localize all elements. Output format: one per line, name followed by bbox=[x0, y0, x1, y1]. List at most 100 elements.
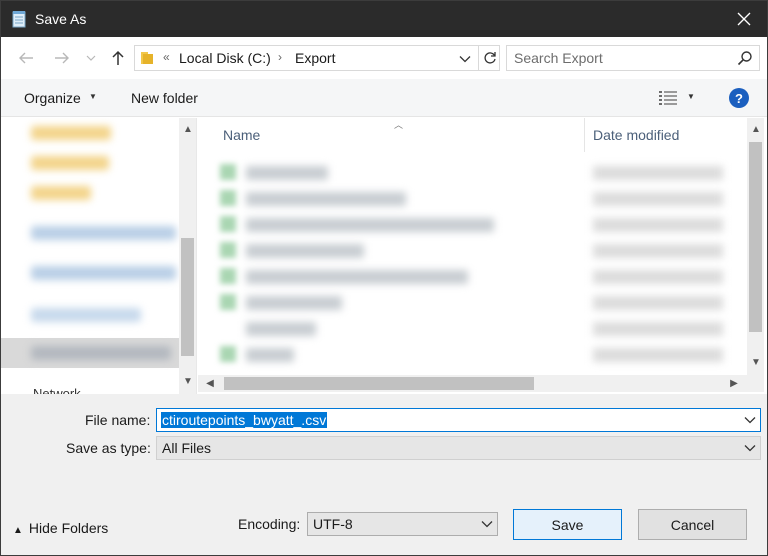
sort-ascending-icon: ︿ bbox=[394, 120, 404, 130]
refresh-icon bbox=[483, 52, 496, 64]
command-bar: Organize ▼ New folder ▼ ? bbox=[1, 79, 767, 117]
navpane-vertical-scrollbar[interactable]: ▲ ▼ bbox=[179, 118, 196, 394]
nav-item[interactable] bbox=[31, 126, 111, 140]
search-box[interactable] bbox=[506, 45, 760, 71]
filelist-horizontal-scrollbar[interactable]: ◀ ▶ bbox=[198, 375, 747, 392]
arrow-up-icon bbox=[112, 50, 124, 65]
window-title: Save As bbox=[35, 11, 87, 27]
file-row[interactable] bbox=[246, 296, 342, 310]
file-icon bbox=[220, 294, 236, 310]
file-icon bbox=[220, 164, 236, 180]
save-as-dialog: Save As « Local Disk (C:) › Export Searc… bbox=[0, 0, 768, 556]
encoding-value: UTF-8 bbox=[313, 516, 353, 532]
filelist-hscroll-thumb[interactable] bbox=[224, 377, 534, 390]
encoding-select[interactable]: UTF-8 bbox=[307, 512, 498, 536]
recent-locations-button[interactable] bbox=[83, 47, 99, 69]
new-folder-button[interactable]: New folder bbox=[131, 90, 198, 106]
column-header-date-modified[interactable]: Date modified bbox=[593, 127, 679, 161]
file-row[interactable] bbox=[246, 348, 294, 362]
file-row[interactable] bbox=[246, 192, 406, 206]
up-button[interactable] bbox=[107, 47, 129, 69]
column-divider[interactable] bbox=[584, 118, 585, 152]
forward-button[interactable] bbox=[51, 47, 73, 69]
search-icon[interactable] bbox=[737, 50, 753, 66]
encoding-dropdown-button[interactable] bbox=[481, 518, 493, 530]
file-name-value[interactable]: ctiroutepoints_bwyatt_.csv bbox=[161, 412, 328, 428]
breadcrumb-overflow[interactable]: « bbox=[163, 50, 170, 64]
address-row: « Local Disk (C:) › Export bbox=[1, 37, 767, 79]
hide-folders-label: Hide Folders bbox=[28, 520, 109, 536]
search-input[interactable] bbox=[507, 46, 729, 70]
scroll-up-arrow-icon[interactable]: ▲ bbox=[182, 124, 194, 136]
title-bar: Save As bbox=[1, 1, 767, 37]
file-row[interactable] bbox=[246, 244, 364, 258]
breadcrumb-separator: › bbox=[278, 50, 282, 64]
breadcrumb-export[interactable]: Export bbox=[295, 50, 335, 66]
chevron-down-icon bbox=[744, 445, 756, 452]
arrow-right-icon bbox=[55, 52, 69, 64]
folder-icon bbox=[141, 52, 153, 64]
scrollbar-corner bbox=[747, 375, 764, 392]
chevron-down-icon bbox=[481, 521, 493, 528]
breadcrumb-local-disk[interactable]: Local Disk (C:) bbox=[179, 50, 271, 66]
hide-folders-button[interactable]: ▲ Hide Folders bbox=[13, 520, 108, 536]
cancel-button[interactable]: Cancel bbox=[638, 509, 747, 540]
file-date bbox=[593, 322, 723, 336]
file-date bbox=[593, 218, 723, 232]
file-row[interactable] bbox=[246, 270, 468, 284]
nav-item-network[interactable]: Network bbox=[33, 386, 81, 394]
nav-item[interactable] bbox=[31, 156, 109, 170]
help-button[interactable]: ? bbox=[729, 88, 749, 108]
caret-down-icon: ▼ bbox=[89, 92, 97, 101]
scroll-right-arrow-icon[interactable]: ▶ bbox=[728, 378, 740, 390]
caret-up-icon: ▲ bbox=[13, 525, 23, 536]
filelist-vscroll-thumb[interactable] bbox=[749, 142, 762, 332]
encoding-label: Encoding: bbox=[238, 516, 301, 532]
file-name-field[interactable]: ctiroutepoints_bwyatt_.csv bbox=[156, 408, 761, 432]
address-bar[interactable]: « Local Disk (C:) › Export bbox=[134, 45, 500, 71]
refresh-button[interactable] bbox=[478, 46, 500, 70]
save-as-type-select[interactable]: All Files bbox=[156, 436, 761, 460]
chevron-down-icon bbox=[744, 417, 756, 424]
save-as-type-dropdown-button[interactable] bbox=[743, 441, 757, 455]
file-icon bbox=[220, 216, 236, 232]
nav-item[interactable] bbox=[31, 308, 141, 322]
file-date bbox=[593, 270, 723, 284]
nav-item[interactable] bbox=[31, 266, 176, 280]
arrow-left-icon bbox=[19, 52, 33, 64]
nav-item[interactable] bbox=[31, 226, 176, 240]
navigation-pane[interactable]: Network ▲ ▼ bbox=[1, 118, 197, 394]
file-row[interactable] bbox=[246, 322, 316, 336]
nav-item[interactable] bbox=[31, 186, 91, 200]
navpane-scroll-thumb[interactable] bbox=[181, 238, 194, 356]
file-date bbox=[593, 166, 723, 180]
file-date bbox=[593, 348, 723, 362]
details-view-icon[interactable] bbox=[659, 90, 677, 106]
file-row[interactable] bbox=[246, 166, 328, 180]
scroll-down-arrow-icon[interactable]: ▼ bbox=[750, 357, 762, 369]
save-button[interactable]: Save bbox=[513, 509, 622, 540]
file-icon bbox=[220, 268, 236, 284]
filelist-vertical-scrollbar[interactable]: ▲ ▼ bbox=[747, 118, 764, 375]
close-icon bbox=[737, 12, 751, 26]
save-form: File name: ctiroutepoints_bwyatt_.csv Sa… bbox=[1, 394, 767, 555]
file-list[interactable]: ︿ Name Date modified ▲ ▼ ◀ ▶ bbox=[198, 118, 767, 394]
save-as-type-label: Save as type: bbox=[66, 440, 151, 456]
help-icon: ? bbox=[735, 90, 743, 106]
close-button[interactable] bbox=[721, 1, 767, 37]
file-name-label: File name: bbox=[85, 412, 151, 428]
file-name-dropdown-button[interactable] bbox=[743, 413, 757, 427]
scroll-up-arrow-icon[interactable]: ▲ bbox=[750, 124, 762, 136]
organize-button[interactable]: Organize bbox=[24, 90, 81, 106]
file-icon bbox=[220, 242, 236, 258]
nav-item[interactable] bbox=[31, 346, 171, 360]
chevron-down-icon bbox=[459, 56, 471, 63]
scroll-down-arrow-icon[interactable]: ▼ bbox=[182, 376, 194, 388]
address-dropdown-button[interactable] bbox=[457, 51, 473, 67]
view-options-button[interactable]: ▼ bbox=[687, 92, 695, 101]
column-header-name[interactable]: Name bbox=[223, 127, 260, 161]
scroll-left-arrow-icon[interactable]: ◀ bbox=[204, 378, 216, 390]
file-row[interactable] bbox=[246, 218, 494, 232]
file-icon bbox=[220, 190, 236, 206]
back-button[interactable] bbox=[15, 47, 37, 69]
